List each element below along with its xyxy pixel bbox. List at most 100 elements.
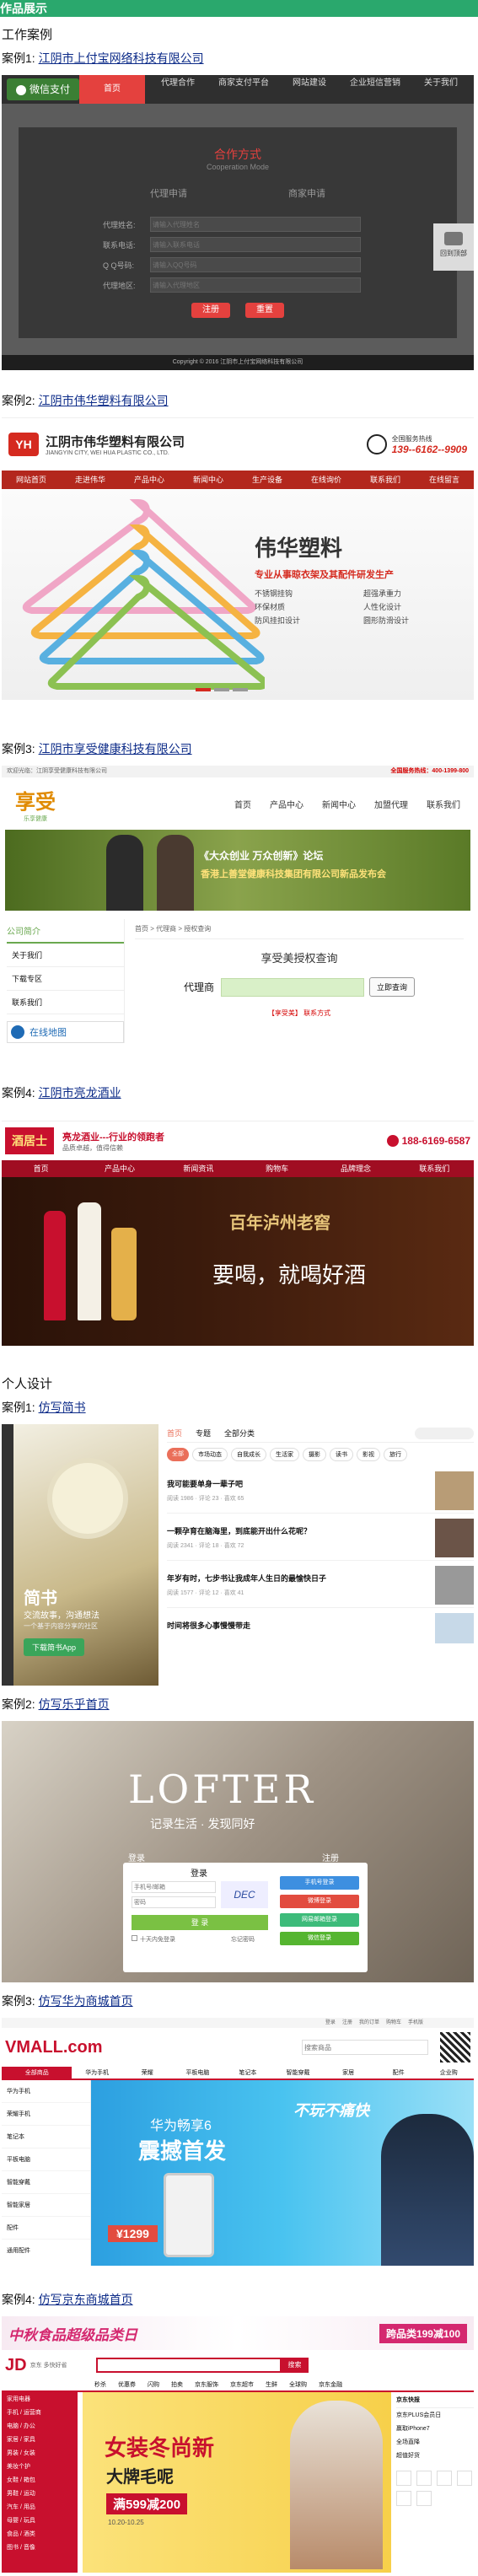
s5-search[interactable] (415, 1427, 474, 1439)
s6-password-input[interactable] (132, 1896, 216, 1908)
s5-download-button[interactable]: 下载简书App (24, 1638, 85, 1656)
s7-side-item[interactable]: 华为手机 (2, 2080, 90, 2103)
s3-nav-item[interactable]: 首页 (234, 798, 251, 810)
s6-tab-register[interactable]: 注册 (322, 1851, 339, 1863)
s2-nav-item[interactable]: 产品中心 (120, 471, 179, 489)
s1-nav-item[interactable]: 网站建设 (277, 75, 342, 104)
s8-logo[interactable]: JD 京东 多快好省 (5, 2356, 67, 2375)
s1-submit-button[interactable]: 注册 (191, 303, 230, 318)
s7-side-item[interactable]: 笔记本 (2, 2126, 90, 2148)
s5-tab[interactable]: 全部分类 (224, 1428, 255, 1439)
case-link[interactable]: 仿写乐乎首页 (39, 1697, 110, 1711)
s8-cat[interactable]: 手机 / 运营商 (2, 2406, 78, 2419)
s7-nav-item[interactable]: 全部商品 (2, 2067, 73, 2079)
s4-logo[interactable]: 酒居士 (5, 1127, 54, 1154)
s6-forgot-link[interactable]: 忘记密码 (231, 1935, 255, 1944)
s1-nav-item[interactable]: 商家支付平台 (211, 75, 277, 104)
s5-cat[interactable]: 市场动态 (192, 1448, 228, 1461)
s5-cat[interactable]: 影视 (357, 1448, 380, 1461)
service-icon[interactable] (416, 2491, 432, 2506)
s8-search-input[interactable] (95, 2358, 282, 2373)
s1-nav-item[interactable]: 企业短信营销 (342, 75, 408, 104)
slider-dot[interactable] (233, 688, 248, 691)
s2-nav-item[interactable]: 在线询价 (297, 471, 356, 489)
service-icon[interactable] (396, 2471, 411, 2486)
s1-phone-input[interactable] (150, 237, 361, 252)
s8-cat[interactable]: 美妆个护 (2, 2460, 78, 2473)
s2-logo[interactable]: YH (8, 433, 39, 456)
s7-search-input[interactable] (302, 2040, 428, 2055)
s5-cat[interactable]: 旅行 (384, 1448, 407, 1461)
s4-nav-item[interactable]: 新闻资讯 (159, 1160, 238, 1177)
s6-username-input[interactable] (132, 1881, 216, 1893)
case-link[interactable]: 江阴市亮龙酒业 (39, 1086, 121, 1100)
s8-nav-item[interactable]: 全球购 (289, 2380, 307, 2390)
s6-remember[interactable]: 十天内免登录 (132, 1935, 175, 1944)
s3-sidebar-item[interactable]: 下载专区 (7, 967, 124, 991)
s7-side-item[interactable]: 智能穿戴 (2, 2171, 90, 2194)
s7-nav-item[interactable]: 荣耀 (122, 2067, 173, 2079)
s4-nav-item[interactable]: 购物车 (238, 1160, 316, 1177)
s8-nav-item[interactable]: 京东超市 (230, 2380, 254, 2390)
s5-feed-item[interactable]: 年岁有时，七步书让我成年人生日的最愉快日子 阅读 1577 · 评论 12 · … (167, 1561, 474, 1608)
s6-netease-login[interactable]: 网易邮箱登录 (280, 1913, 359, 1927)
service-icon[interactable] (437, 2471, 452, 2486)
s4-nav-item[interactable]: 首页 (2, 1160, 80, 1177)
s4-nav-item[interactable]: 品牌理念 (316, 1160, 395, 1177)
s2-nav-item[interactable]: 新闻中心 (179, 471, 238, 489)
s8-nav-item[interactable]: 优惠券 (118, 2380, 136, 2390)
s1-side-widget[interactable]: 回到顶部 (433, 223, 474, 271)
s6-tab-login[interactable]: 登录 (128, 1851, 145, 1863)
s8-cat[interactable]: 汽车 / 用品 (2, 2500, 78, 2514)
s1-region-input[interactable] (150, 277, 361, 293)
s3-nav-item[interactable]: 联系我们 (427, 798, 460, 810)
s8-cat[interactable]: 家居 / 家具 (2, 2433, 78, 2446)
s8-news-item[interactable]: 京东PLUS会员日 (396, 2408, 474, 2422)
s7-side-item[interactable]: 平板电脑 (2, 2148, 90, 2171)
checkbox[interactable] (132, 1935, 137, 1941)
s5-cat[interactable]: 全部 (167, 1448, 189, 1461)
s1-qq-input[interactable] (150, 257, 361, 272)
s2-nav-item[interactable]: 生产设备 (238, 471, 297, 489)
s7-nav-item[interactable]: 配件 (373, 2067, 424, 2079)
s7-nav-item[interactable]: 华为手机 (72, 2067, 122, 2079)
s7-nav-item[interactable]: 企业购 (423, 2067, 474, 2079)
service-icon[interactable] (457, 2471, 472, 2486)
s3-query-button[interactable]: 立即查询 (369, 977, 416, 997)
s8-nav-item[interactable]: 京东金融 (319, 2380, 342, 2390)
s8-nav-item[interactable]: 京东服饰 (195, 2380, 218, 2390)
s7-side-item[interactable]: 荣耀手机 (2, 2103, 90, 2126)
s7-side-item[interactable]: 智能家居 (2, 2194, 90, 2217)
s8-cat[interactable]: 母婴 / 玩具 (2, 2514, 78, 2527)
s6-captcha[interactable]: DEC (221, 1881, 268, 1908)
s7-nav-item[interactable]: 智能穿戴 (273, 2067, 324, 2079)
s2-nav-item[interactable]: 联系我们 (356, 471, 415, 489)
s8-cat[interactable]: 女鞋 / 箱包 (2, 2473, 78, 2487)
s5-tab[interactable]: 专题 (196, 1428, 211, 1439)
slider-dot[interactable] (214, 688, 229, 691)
s4-nav-item[interactable]: 产品中心 (80, 1160, 158, 1177)
s4-nav-item[interactable]: 联系我们 (395, 1160, 474, 1177)
s3-nav-item[interactable]: 产品中心 (270, 798, 303, 810)
s8-cat[interactable]: 男鞋 / 运动 (2, 2487, 78, 2500)
s5-cat[interactable]: 生活家 (270, 1448, 299, 1461)
s5-cat[interactable]: 读书 (330, 1448, 353, 1461)
s8-nav-item[interactable]: 生鲜 (266, 2380, 277, 2390)
case-link[interactable]: 仿写华为商城首页 (39, 1994, 133, 2008)
s7-nav-item[interactable]: 家居 (323, 2067, 373, 2079)
s2-nav-item[interactable]: 在线留言 (415, 471, 474, 489)
s8-coupon[interactable]: 满599减200 (106, 2493, 188, 2514)
s8-cat[interactable]: 食品 / 酒类 (2, 2527, 78, 2541)
s8-news-item[interactable]: 赢取iPhone7 (396, 2422, 474, 2435)
s5-cat[interactable]: 自我成长 (231, 1448, 266, 1461)
s6-login-button[interactable]: 登 录 (132, 1915, 268, 1930)
s7-nav-item[interactable]: 笔记本 (223, 2067, 273, 2079)
s8-cat[interactable]: 男装 / 女装 (2, 2446, 78, 2460)
s8-news-item[interactable]: 超值好货 (396, 2449, 474, 2462)
s5-feed-item[interactable]: 时间将很多心事慢慢带走 (167, 1608, 474, 1645)
s1-tab-agent[interactable]: 代理申请 (150, 186, 187, 200)
s2-nav-item[interactable]: 走进伟华 (61, 471, 120, 489)
s1-logo[interactable]: 微信支付 (7, 78, 79, 100)
s8-nav-item[interactable]: 秒杀 (94, 2380, 106, 2390)
s5-feed-item[interactable]: 我可能要单身一辈子吧 阅读 1986 · 评论 23 · 喜欢 65 (167, 1466, 474, 1514)
